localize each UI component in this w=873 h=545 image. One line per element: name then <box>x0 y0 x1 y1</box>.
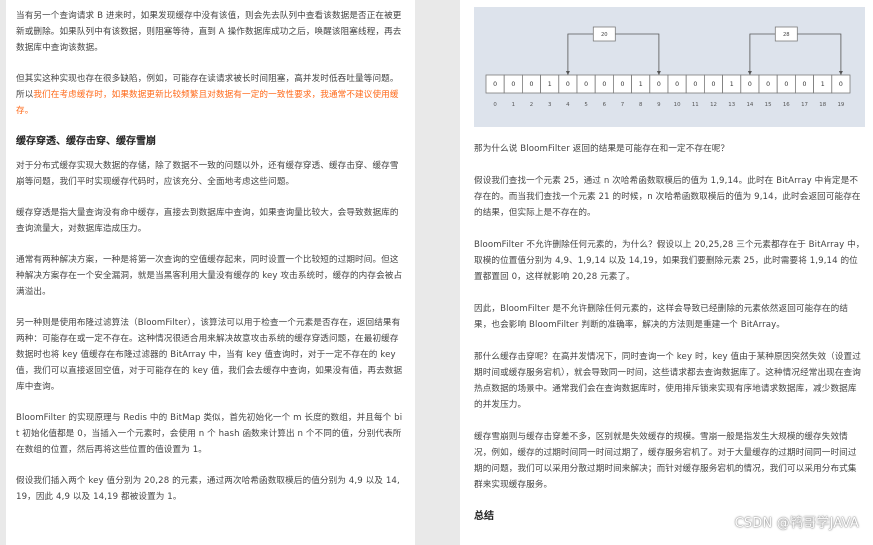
bit-value: 1 <box>548 81 552 88</box>
bit-value: 0 <box>839 81 843 88</box>
bit-value: 0 <box>657 81 661 88</box>
paragraph: 缓存雪崩则与缓存击穿差不多，区别就是失效缓存的规模。雪崩一般是指发生大规模的缓存… <box>474 432 857 490</box>
bit-index: 9 <box>657 102 661 108</box>
arrowhead <box>656 71 661 75</box>
bit-value: 0 <box>493 81 497 88</box>
bit-array-figure: 20 28 00010000100001000010 0 1 2 3 4 5 6 7 8 9 10 11… <box>485 26 851 108</box>
bit-value: 1 <box>730 81 734 88</box>
bit-index: 12 <box>710 102 717 108</box>
arrowhead <box>838 71 843 75</box>
bit-index: 4 <box>566 102 570 108</box>
right-page: 20 28 00010000100001000010 0 1 2 3 4 5 6 7 8 9 10 11… <box>460 0 873 545</box>
bit-index: 7 <box>621 102 624 108</box>
paragraph: 对于分布式缓存实现大数据的存储，除了数据不一致的问题以外，还有缓存穿透、缓存击穿… <box>16 161 399 187</box>
hash-connector <box>615 33 660 75</box>
bit-value: 0 <box>602 81 606 88</box>
bit-value: 0 <box>511 81 515 88</box>
bit-index: 17 <box>801 102 808 108</box>
paragraph: 那为什么说 BloomFilter 返回的结果是可能存在和一定不存在呢？ <box>474 144 730 154</box>
bit-value: 0 <box>784 81 788 88</box>
section-heading: 缓存穿透、缓存击穿、缓存雪崩 <box>16 136 156 147</box>
bit-index: 2 <box>530 102 533 108</box>
bit-index: 13 <box>728 102 735 108</box>
bit-value: 0 <box>712 81 716 88</box>
bit-value: 0 <box>803 81 807 88</box>
arrowhead <box>747 71 752 75</box>
bloom-filter-diagram: 20 28 00010000100001000010 0 1 2 3 4 5 6 7 8 9 10 11… <box>474 7 865 127</box>
bit-array-indices: 0 1 2 3 4 5 6 7 8 9 10 11 12 13 14 15 16 17 18 19 <box>493 102 845 108</box>
bit-index: 10 <box>674 102 681 108</box>
bit-index: 5 <box>584 102 587 108</box>
hash-connector <box>749 33 776 75</box>
paragraph: BloomFilter 的实现原理与 Redis 中的 BitMap 类似，首先… <box>16 413 403 455</box>
bit-index: 0 <box>493 102 497 108</box>
arrowhead <box>565 71 570 75</box>
bit-array-cells: 0 0 0 1 0 0 0 0 1 0 0 0 0 1 0 0 0 0 1 0 <box>485 74 851 94</box>
paragraph: 缓存穿透是指大量查询没有命中缓存，直接去到数据库中查询，如果查询量比较大，会导致… <box>16 208 399 234</box>
paragraph: 因此，BloomFilter 是不允许删除任何元素的，这样会导致已经删除的元素依… <box>474 304 849 330</box>
bit-value: 1 <box>639 81 643 88</box>
bit-index: 18 <box>819 102 826 108</box>
bit-index: 11 <box>692 102 699 108</box>
paragraph: 那什么缓存击穿呢？在高并发情况下，同时查询一个 key 时，key 值由于某种原… <box>474 352 861 410</box>
bit-value: 0 <box>621 81 625 88</box>
bit-value: 0 <box>584 81 588 88</box>
bit-value: 0 <box>748 81 752 88</box>
bit-index: 6 <box>603 102 607 108</box>
paragraph: 假设我们查找一个元素 25，通过 n 次哈希函数取模后的值为 1,9,14。此时… <box>474 176 861 218</box>
bit-value: 0 <box>530 81 534 88</box>
bit-index: 8 <box>639 102 643 108</box>
bit-index: 16 <box>783 102 790 108</box>
bit-index: 3 <box>548 102 551 108</box>
bit-value: 0 <box>566 81 570 88</box>
highlighted-text: 我们在考虑缓存时，如果数据更新比较频繁且对数据有一定的一致性要求，我通常不建议使… <box>16 90 399 116</box>
key-label: 20 <box>601 32 608 38</box>
bit-value: 0 <box>675 81 679 88</box>
bit-index: 1 <box>512 102 515 108</box>
watermark: CSDN @鸨哥学JAVA <box>734 516 859 531</box>
paragraph-with-highlight: 但其实这种实现也存在很多缺陷，例如，可能存在读请求被长时间阻塞，高并发时低吞吐量… <box>16 71 405 119</box>
bit-index: 19 <box>837 102 844 108</box>
paragraph: 通常有两种解决方案，一种是将第一次查询的空值缓存起来，同时设置一个比较短的过期时… <box>16 255 403 297</box>
left-page: 当有另一个查询请求 B 进来时，如果发现缓存中没有该值，则会先去队列中查看该数据… <box>6 0 415 545</box>
bit-value: 0 <box>766 81 770 88</box>
bit-index: 15 <box>765 102 772 108</box>
hash-connector <box>797 33 842 75</box>
paragraph: 当有另一个查询请求 B 进来时，如果发现缓存中没有该值，则会先去队列中查看该数据… <box>16 11 402 53</box>
bit-index: 14 <box>746 102 753 108</box>
paragraph: BloomFilter 不允许删除任何元素的，为什么？假设以上 20,25,28… <box>474 240 865 282</box>
hash-connector <box>567 33 594 75</box>
bit-value: 0 <box>693 81 697 88</box>
paragraph: 假设我们插入两个 key 值分别为 20,28 的元素，通过两次哈希函数取模后的… <box>16 476 400 502</box>
key-label: 28 <box>783 32 790 38</box>
paragraph: 另一种则是使用布隆过滤算法（BloomFilter），该算法可以用于检查一个元素… <box>16 318 403 392</box>
bit-value: 1 <box>821 81 825 88</box>
